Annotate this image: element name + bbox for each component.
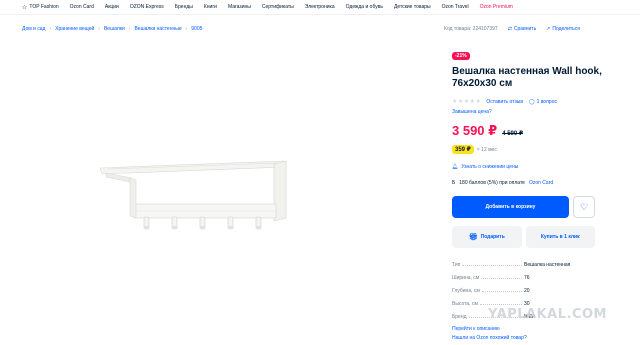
bell-icon: 🔔︎: [452, 164, 459, 170]
price-row: 3 590 ₽ 4 590 ₽: [452, 123, 602, 139]
questions-label: 1 вопрос: [536, 98, 557, 105]
rating-stars-icon: ★★★★★: [452, 99, 482, 105]
nav-item-ozon-travel[interactable]: Ozon Travel: [442, 4, 469, 10]
discount-badge: -21%: [452, 52, 470, 60]
nav-item-books[interactable]: Книги: [204, 4, 217, 10]
old-price: 4 590 ₽: [502, 131, 524, 137]
nav-item-ozon-card[interactable]: Ozon Card: [70, 4, 94, 10]
favorite-button[interactable]: ♡: [573, 196, 595, 218]
chat-icon: ◯: [529, 98, 535, 105]
nav-item-promo[interactable]: Акции: [105, 4, 119, 10]
product-gallery[interactable]: [22, 40, 432, 340]
secondary-actions: 🎁︎ Подарить Купить в 1 клик: [452, 226, 595, 248]
shelf-top: [99, 160, 287, 175]
buy-one-click-button[interactable]: Купить в 1 клик: [525, 226, 595, 248]
gift-button[interactable]: 🎁︎ Подарить: [452, 226, 522, 248]
nav-item-top-fashion[interactable]: ☆ TOP Fashion: [22, 4, 59, 11]
nav-item-clothes[interactable]: Одежда и обувь: [346, 4, 383, 10]
price-drop-notify-link[interactable]: 🔔︎ Узнать о снижении цены: [452, 164, 602, 170]
watermark: YAPLAKAL.COM: [488, 307, 607, 322]
points-text: 180 баллов (5%) при оплате: [459, 180, 525, 186]
rating-row: ★★★★★ Оставить отзыв ◯ 1 вопрос: [452, 98, 602, 106]
add-to-cart-button[interactable]: Добавить в корзину: [452, 196, 569, 218]
nav-item-stores[interactable]: Магазины: [228, 4, 251, 10]
share-link[interactable]: ↗ Поделиться: [546, 26, 580, 32]
spec-value: 20: [524, 287, 530, 294]
nav-item-ozon-premium[interactable]: Ozon Premium: [480, 4, 513, 10]
installment-price: 359 ₽: [452, 145, 474, 154]
spec-key: Глубина, см: [452, 287, 480, 294]
questions-link[interactable]: ◯ 1 вопрос: [529, 99, 557, 105]
cart-row: Добавить в корзину ♡: [452, 196, 595, 218]
heart-icon: ♡: [579, 201, 589, 212]
product-code: Код товара: 224107397: [444, 26, 498, 32]
compare-link[interactable]: ⇄ Сравнить: [508, 26, 536, 32]
compare-icon: ⇄: [507, 26, 512, 32]
breadcrumb-item[interactable]: 9005: [191, 26, 202, 32]
nav-divider: [0, 14, 640, 15]
breadcrumb-item[interactable]: Дом и сад: [22, 26, 45, 32]
current-price: 3 590 ₽: [452, 123, 498, 138]
leave-review-link[interactable]: Оставить отзыв: [486, 99, 523, 105]
top-navigation: ☆ TOP Fashion Ozon Card Акции OZON Expres…: [0, 0, 640, 15]
breadcrumb-item[interactable]: Вешалки настенные: [134, 26, 181, 32]
spec-value: Вешалка настенная: [524, 261, 571, 268]
product-info: -21% Вешалка настенная Wall hook, 76x20x…: [452, 44, 602, 186]
spec-row: Глубина, см 20: [452, 284, 595, 297]
gift-icon: 🎁︎: [468, 234, 478, 241]
breadcrumb-separator: ›: [49, 26, 52, 32]
ozon-card-link[interactable]: Ozon Card: [529, 180, 553, 186]
spec-value: 76: [524, 274, 530, 281]
star-icon: ☆: [22, 4, 28, 11]
spec-row: Тип Вешалка настенная: [452, 258, 595, 271]
breadcrumb-item[interactable]: Хранение вещей: [55, 26, 94, 32]
nav-item-electronics[interactable]: Электроника: [305, 4, 335, 10]
go-to-description-link[interactable]: Перейти к описанию: [452, 326, 595, 332]
breadcrumb-item[interactable]: Вешалки: [104, 26, 125, 32]
buy-one-click-label: Купить в 1 клик: [540, 234, 580, 240]
spec-key: Ширина, см: [452, 274, 480, 281]
nav-item-brands[interactable]: Бренды: [175, 4, 193, 10]
nav-item-ozon-express[interactable]: OZON Express: [130, 4, 164, 10]
notify-label: Узнать о снижении цены: [461, 164, 519, 170]
spec-key: Тип: [452, 261, 461, 268]
nav-label: TOP Fashion: [29, 4, 59, 10]
share-icon: ↗: [546, 26, 551, 32]
share-label: Поделиться: [552, 26, 580, 32]
product-title: Вешалка настенная Wall hook, 76x20x30 см: [452, 66, 602, 89]
breadcrumb-separator: ›: [185, 26, 188, 32]
installment-row[interactable]: 359 ₽ × 12 мес: [452, 145, 602, 154]
compare-label: Сравнить: [513, 26, 537, 32]
breadcrumb-separator: ›: [98, 26, 100, 32]
spec-key: Высота, см: [452, 300, 478, 307]
installment-term: × 12 мес: [476, 146, 497, 153]
card-icon: Б: [452, 180, 456, 186]
spec-value: 30: [524, 300, 530, 307]
spec-row: Ширина, см 76: [452, 271, 595, 284]
product-image: [99, 160, 287, 230]
breadcrumb-separator: ›: [128, 26, 131, 32]
product-top-links: Код товара: 224107397 ⇄ Сравнить ↗ Поделит…: [444, 26, 580, 32]
points-info: Б 180 баллов (5%) при оплате Ozon Card: [452, 180, 602, 186]
nav-item-kids[interactable]: Детские товары: [394, 4, 431, 10]
gift-label: Подарить: [480, 234, 505, 240]
product-specs: Тип Вешалка настенная Ширина, см 76 Глубин…: [452, 258, 595, 342]
nav-item-certificates[interactable]: Сертификаты: [262, 4, 294, 10]
found-cheaper-link[interactable]: Нашли на Ozon похожий товар?: [452, 335, 595, 341]
price-too-high-link[interactable]: Завышена цена?: [452, 109, 602, 115]
breadcrumb: Дом и сад › Хранение вещей › Вешалки › Веша…: [22, 26, 202, 32]
spec-key: Бренд: [452, 313, 467, 320]
